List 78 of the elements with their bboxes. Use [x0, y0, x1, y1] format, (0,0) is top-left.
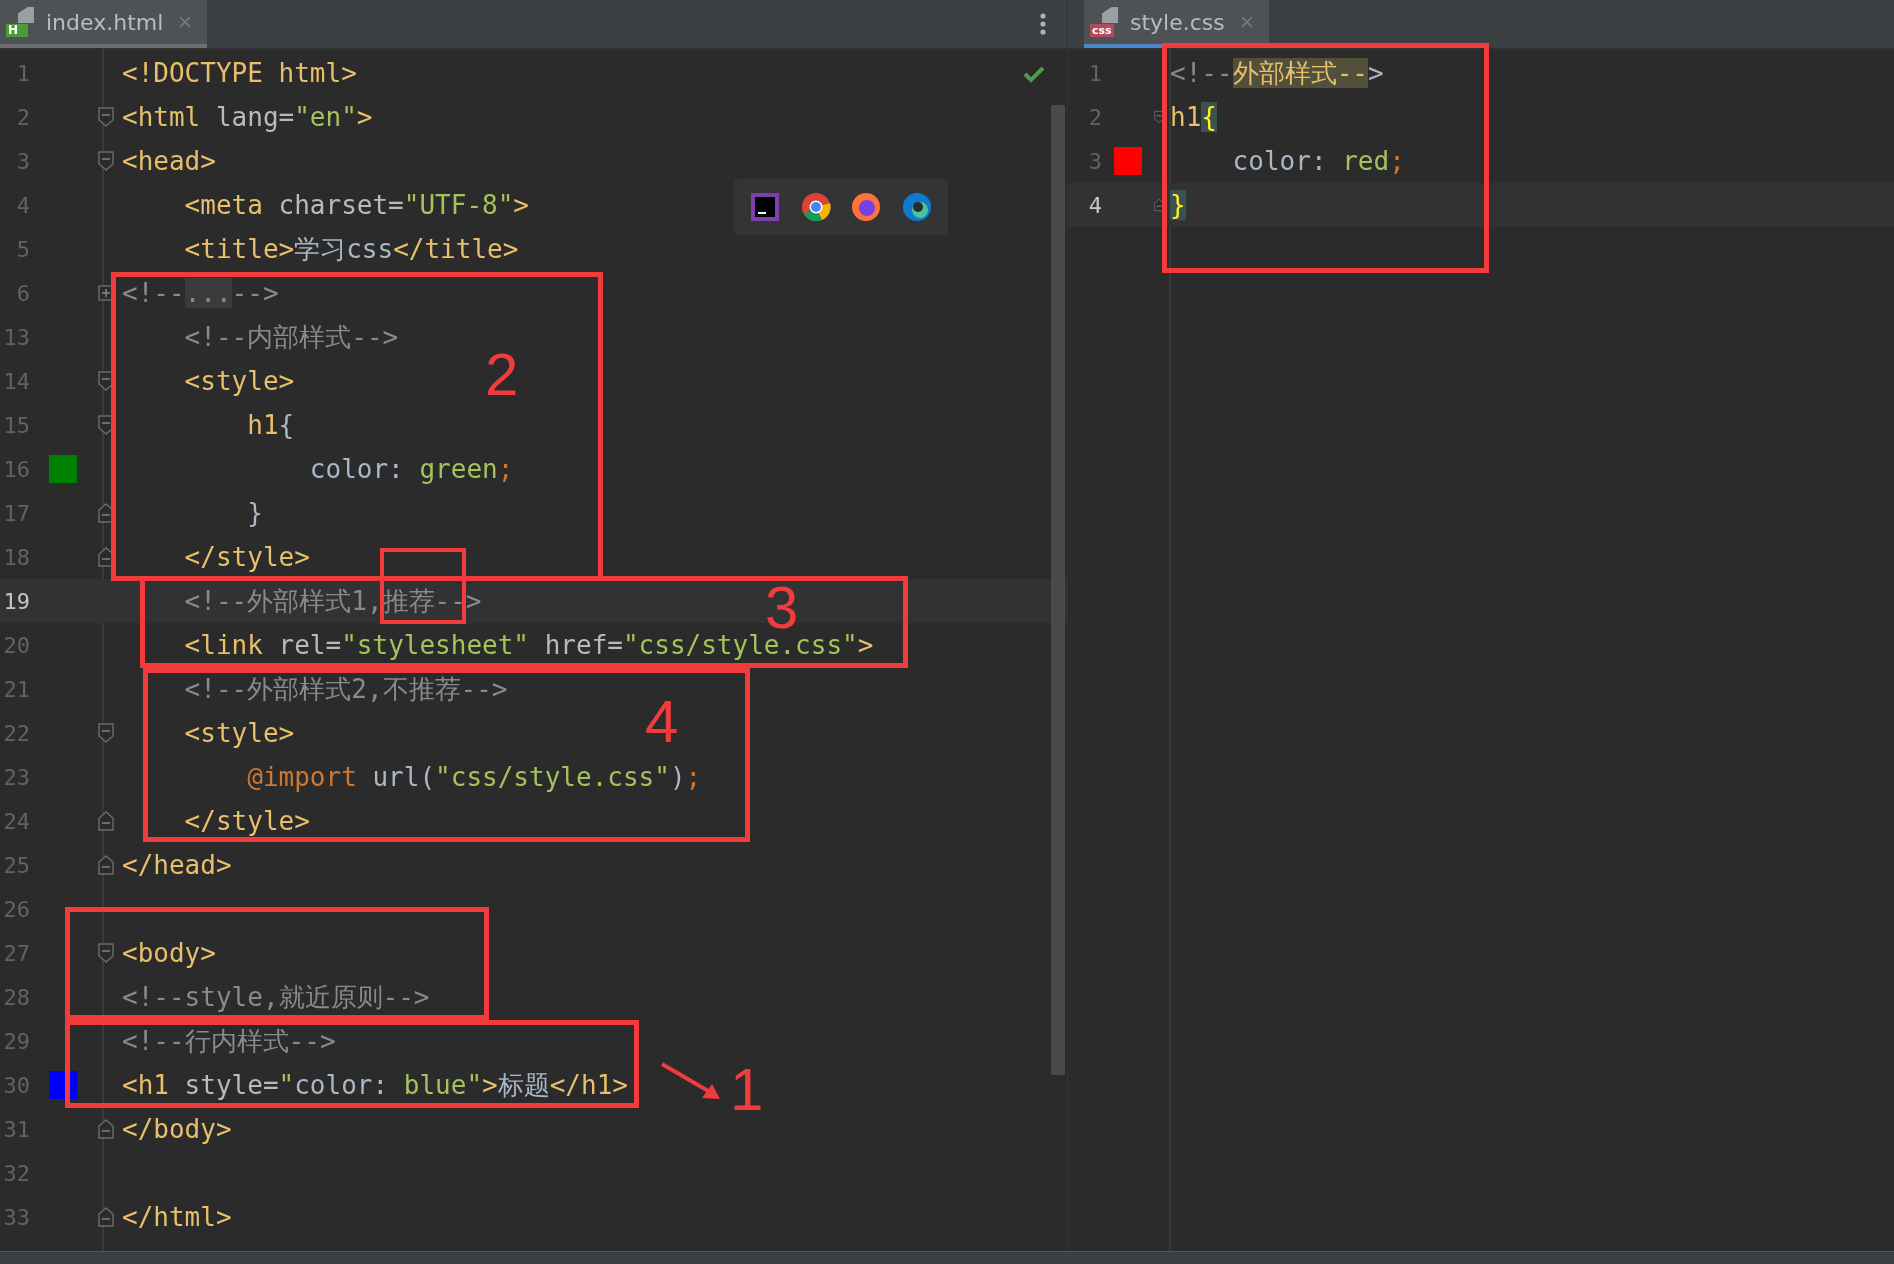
code-line: <style>: [183, 718, 295, 748]
line-number: 2: [1087, 104, 1102, 130]
fold-end-icon[interactable]: [98, 1119, 114, 1139]
fold-end-icon[interactable]: [98, 855, 114, 875]
line-number: 22: [2, 720, 30, 746]
line-number: 24: [2, 808, 30, 834]
close-icon[interactable]: [1238, 14, 1255, 30]
code-line: <body>: [121, 938, 216, 968]
line-number: 4: [1087, 192, 1102, 218]
code-line: <!--内部样式-->: [183, 320, 399, 354]
code-line: <title>学习css</title>: [183, 232, 519, 266]
scrollbar[interactable]: [1051, 105, 1065, 1075]
code-line: <!--外部样式-->: [1169, 56, 1384, 90]
editor-tab[interactable]: H index.html: [0, 0, 208, 48]
line-number: 1: [1087, 60, 1102, 86]
line-number: 3: [15, 148, 30, 174]
line-number: 6: [15, 280, 30, 306]
annotation-number: 2: [485, 345, 519, 405]
code-line: }: [246, 498, 263, 528]
code-line: h1{: [1169, 102, 1217, 132]
code-line: </style>: [183, 806, 310, 836]
code-line: <meta charset="UTF-8">: [183, 190, 529, 220]
code-line: <!--...-->: [121, 278, 279, 308]
line-number: 21: [2, 676, 30, 702]
code-line: <h1 style="color: blue">标题</h1>: [121, 1068, 628, 1102]
line-number: 20: [2, 632, 30, 658]
ide-icon[interactable]: [749, 191, 782, 223]
code-line: color: red;: [1231, 146, 1405, 176]
code-line: </head>: [121, 850, 232, 880]
code-line: <html lang="en">: [121, 102, 373, 132]
code-line: <!--行内样式-->: [121, 1024, 336, 1058]
annotation-number: 1: [730, 1060, 764, 1120]
line-number: 4: [15, 192, 30, 218]
fold-end-icon[interactable]: [98, 811, 114, 831]
fold-icon[interactable]: [98, 723, 114, 743]
line-number: 32: [2, 1160, 30, 1186]
fold-icon[interactable]: [98, 151, 114, 171]
fold-end-icon[interactable]: [98, 1207, 114, 1227]
check-icon: [1023, 65, 1045, 83]
fold-icon[interactable]: [98, 107, 114, 127]
line-number: 1: [15, 60, 30, 86]
code-line: <!DOCTYPE html>: [121, 58, 357, 88]
line-number: 31: [2, 1116, 30, 1142]
annotation-number: 4: [645, 692, 679, 752]
code-line: <head>: [121, 146, 216, 176]
line-number: 5: [15, 236, 30, 262]
line-number: 14: [2, 368, 30, 394]
code-line: <!--style,就近原则-->: [121, 980, 430, 1014]
line-number: 33: [2, 1204, 30, 1230]
close-icon[interactable]: [177, 14, 194, 30]
line-number: 23: [2, 764, 30, 790]
code-line: color: green;: [308, 454, 514, 484]
code-line: <!--外部样式2,不推荐-->: [183, 672, 508, 706]
code-line: </body>: [121, 1114, 232, 1144]
line-number: 18: [2, 544, 30, 570]
fold-icon[interactable]: [98, 943, 114, 963]
editor-tab[interactable]: css style.css: [1084, 0, 1269, 48]
line-number: 26: [2, 896, 30, 922]
code-line: </style>: [183, 542, 310, 572]
line-number: 3: [1087, 148, 1102, 174]
menu-icon[interactable]: [1039, 12, 1047, 36]
line-number: 28: [2, 984, 30, 1010]
line-number: 2: [15, 104, 30, 130]
line-number: 13: [2, 324, 30, 350]
line-number: 15: [2, 412, 30, 438]
line-number: 25: [2, 852, 30, 878]
code-line: h1{: [246, 410, 295, 440]
line-number: 29: [2, 1028, 30, 1054]
line-number: 19: [2, 588, 30, 614]
code-line: <style>: [183, 366, 295, 396]
browser-icon[interactable]: [799, 191, 832, 223]
browser-icon[interactable]: [900, 191, 933, 223]
line-number: 17: [2, 500, 30, 526]
line-number: 27: [2, 940, 30, 966]
code-line: @import url("css/style.css");: [246, 762, 702, 792]
line-number: 16: [2, 456, 30, 482]
line-number: 30: [2, 1072, 30, 1098]
code-line: </html>: [121, 1202, 232, 1232]
